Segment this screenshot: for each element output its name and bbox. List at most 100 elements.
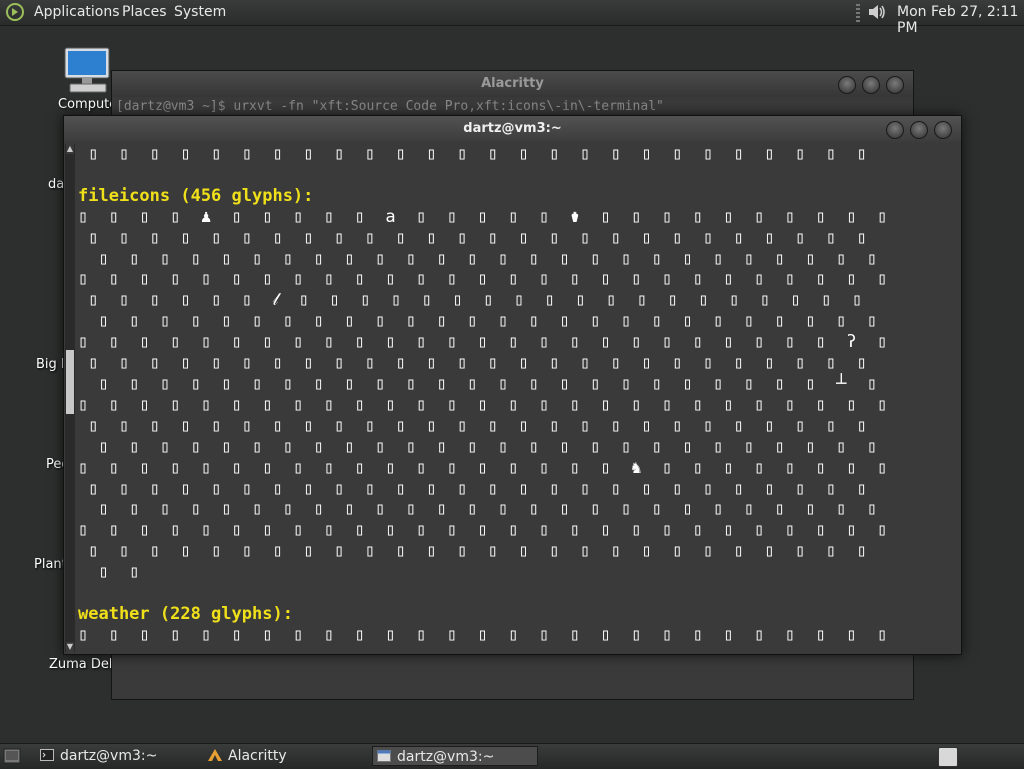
desktop-icon-label[interactable]: Plant [34, 557, 67, 572]
glyph-cell: ▯ [129, 248, 140, 269]
glyph-cell: ▯ [477, 206, 488, 227]
glyph-cell: ▯ [610, 144, 621, 164]
glyph-cell: ▯ [729, 290, 740, 311]
taskbar-item-terminal[interactable]: dartz@vm3:~ [36, 746, 196, 766]
glyph-cell: ▯ [866, 248, 878, 269]
glyph-row: ▯ ▯ ▯ ▯ ▯ ▯ ▯ ▯ ▯ ▯ ▯ ▯ ▯ ▯ ▯ ▯ ▯ ▯ ▯ ▯ … [78, 374, 958, 395]
glyph-cell: ▯ [877, 457, 888, 478]
glyph-cell: ▯ [231, 457, 242, 478]
window-titlebar[interactable]: dartz@vm3:~ [64, 116, 961, 142]
alacritty-icon [208, 749, 222, 761]
glyph-cell: ▯ [78, 394, 89, 415]
maximize-button[interactable] [910, 121, 928, 139]
volume-icon[interactable] [866, 2, 888, 22]
glyph-cell: ▯ [743, 248, 755, 269]
glyph-cell: ▯ [426, 541, 437, 562]
glyph-cell: ▯ [354, 269, 365, 290]
glyph-cell: ▯ [544, 290, 555, 311]
glyph-cell: ▯ [180, 144, 191, 164]
glyph-cell: ▯ [723, 394, 734, 415]
glyph-cell: ▯ [539, 206, 550, 227]
desktop-icon-label[interactable]: Compute [58, 97, 117, 112]
scroll-down-arrow-icon[interactable]: ▼ [66, 642, 74, 652]
workspace-switcher[interactable] [938, 747, 958, 767]
close-button[interactable] [886, 76, 904, 94]
glyph-cell: ▯ [426, 415, 437, 436]
glyph-cell: ▯ [784, 457, 796, 478]
taskbar-item-urxvt[interactable]: dartz@vm3:~ [372, 746, 538, 766]
glyph-cell: ▯ [487, 227, 499, 248]
glyph-cell: ▯ [385, 520, 396, 541]
glyph-cell: ▯ [692, 269, 703, 290]
terminal-output[interactable]: ▯ ▯ ▯ ▯ ▯ ▯ ▯ ▯ ▯ ▯ ▯ ▯ ▯ ▯ ▯ ▯ ▯ ▯ ▯ ▯ … [78, 144, 958, 652]
glyph-cell: ▯ [129, 436, 140, 457]
glyph-cell: ▯ [323, 520, 335, 541]
clock[interactable]: Mon Feb 27, 2:11 PM [897, 4, 1024, 36]
glyph-cell: ▯ [483, 290, 494, 311]
glyph-cell: ▯ [334, 353, 345, 374]
minimize-button[interactable] [886, 121, 904, 139]
glyph-cell: ▯ [661, 520, 673, 541]
glyph-cell: ▯ [723, 520, 734, 541]
glyph-cell: ▯ [344, 248, 355, 269]
glyph-cell: ▯ [846, 520, 857, 541]
glyph-cell: ▯ [815, 206, 826, 227]
glyph-cell: ▯ [682, 436, 693, 457]
glyph-cell: ▯ [836, 311, 847, 332]
glyph-cell: ▯ [334, 415, 345, 436]
glyph-cell: ▯ [108, 269, 119, 290]
glyph-cell: ▯ [334, 478, 345, 499]
scroll-up-arrow-icon[interactable]: ▲ [66, 144, 74, 154]
glyph-cell: ▯ [487, 353, 499, 374]
glyph-cell: ▯ [805, 436, 816, 457]
glyph-cell: ▯ [549, 353, 560, 374]
glyph-cell: ▯ [559, 311, 570, 332]
glyph-cell: ▯ [221, 373, 232, 394]
taskbar-item-alacritty[interactable]: Alacritty [204, 746, 364, 766]
minimize-button[interactable] [838, 76, 856, 94]
desktop-icon-label[interactable]: da [48, 177, 64, 192]
scrollbar-thumb[interactable] [66, 350, 74, 414]
glyph-cell: ▯ [702, 144, 714, 164]
glyph-row: ▯ ▯ ▯ ▯ ▯ ▯ ▯ ▯ ▯ ▯ ▯ ▯ ▯ ▯ ▯ ▯ ▯ ▯ ▯ ▯ … [78, 437, 958, 458]
show-desktop-icon[interactable] [3, 747, 21, 765]
glyph-cell: ▯ [575, 290, 586, 311]
glyph-cell: ▯ [108, 457, 119, 478]
glyph-cell: ▯ [118, 415, 130, 436]
glyph-cell: ▯ [636, 290, 648, 311]
glyph-cell: ▯ [405, 436, 417, 457]
glyph-cell: ▯ [815, 332, 826, 353]
glyph-cell: ▯ [518, 478, 529, 499]
glyph-cell: ▯ [118, 478, 130, 499]
glyph-cell: ▯ [539, 332, 550, 353]
glyph-cell: ▯ [293, 394, 304, 415]
system-menu[interactable]: System [174, 4, 226, 20]
glyph-cell: ▯ [446, 206, 458, 227]
glyph-cell: ▯ [487, 144, 499, 164]
close-button[interactable] [934, 121, 952, 139]
glyph-cell: ▯ [723, 457, 734, 478]
glyph-cell: ▯ [754, 624, 765, 645]
glyph-cell: ▯ [877, 624, 888, 645]
terminal-scrollbar[interactable]: ▲ ▼ [65, 144, 75, 652]
glyph-cell: ▯ [743, 373, 755, 394]
maximize-button[interactable] [862, 76, 880, 94]
glyph-cell: ▯ [282, 436, 294, 457]
glyph-cell: ▯ [170, 457, 181, 478]
glyph-cell: ▯ [118, 290, 130, 311]
glyph-cell: ▯ [78, 457, 89, 478]
applications-menu[interactable]: Applications [34, 4, 120, 20]
glyph-cell: ▯ [231, 394, 242, 415]
glyph-cell: ▯ [508, 520, 519, 541]
glyph-cell: ▯ [118, 227, 130, 248]
urxvt-window[interactable]: dartz@vm3:~ ▲ ▼ ▯ ▯ ▯ ▯ ▯ ▯ ▯ ▯ ▯ ▯ ▯ ▯ … [63, 115, 962, 655]
glyph-cell: ▯ [631, 394, 642, 415]
computer-icon[interactable] [62, 46, 112, 94]
glyph-cell: ▯ [508, 269, 519, 290]
places-menu[interactable]: Places [122, 4, 167, 20]
glyph-cell: ▯ [426, 227, 437, 248]
distro-logo-icon[interactable] [6, 3, 24, 21]
window-titlebar[interactable]: Alacritty [112, 71, 913, 97]
desktop-icon-label[interactable]: Zuma Delu [49, 657, 121, 672]
glyph-cell: ▯ [774, 248, 785, 269]
